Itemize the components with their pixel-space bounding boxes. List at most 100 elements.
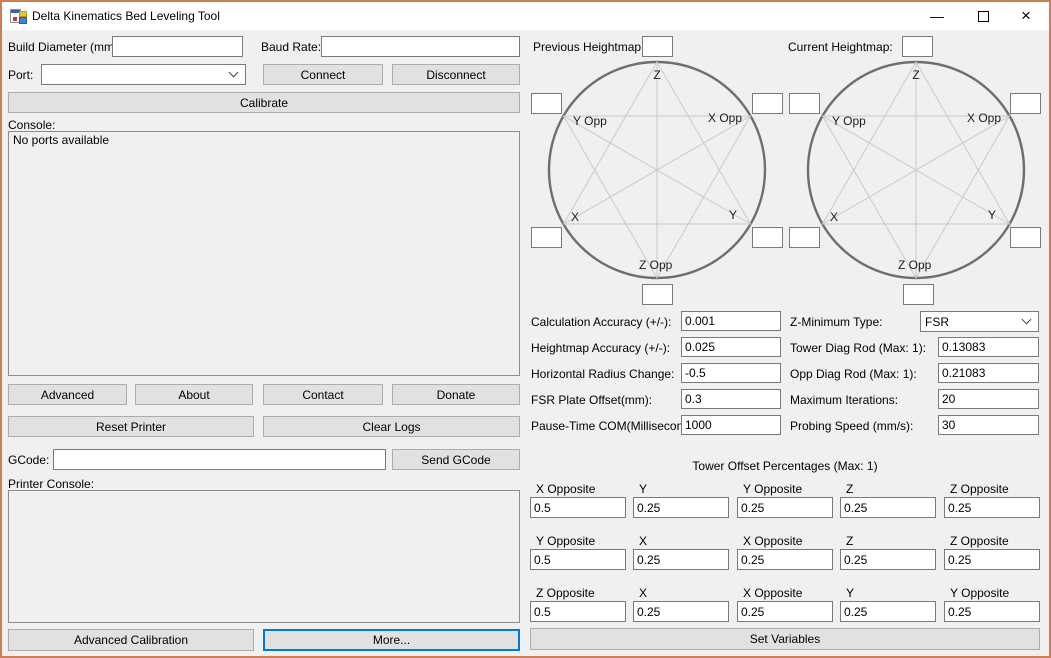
tower-offset-input[interactable] [737, 601, 833, 622]
minimize-button[interactable]: — [914, 2, 960, 30]
tower-offset-input[interactable] [737, 497, 833, 518]
previous-heightmap-box-top[interactable] [642, 36, 673, 57]
node-label-z-opp: Z Opp [898, 258, 931, 272]
advanced-calibration-button[interactable]: Advanced Calibration [8, 629, 254, 651]
horizontal-radius-change-input[interactable] [681, 363, 781, 383]
horizontal-radius-change-label: Horizontal Radius Change: [531, 367, 674, 381]
advanced-button[interactable]: Advanced [8, 384, 127, 405]
tower-offset-input[interactable] [530, 601, 626, 622]
console-output[interactable]: No ports available [8, 131, 520, 376]
current-heightmap-box-bottom[interactable] [903, 284, 934, 305]
tower-offset-label: Z [846, 482, 853, 496]
tower-offset-label: X [639, 586, 647, 600]
tower-offset-input[interactable] [840, 601, 936, 622]
previous-heightmap-box-lower-right[interactable] [752, 227, 783, 248]
previous-heightmap-box-upper-left[interactable] [531, 93, 562, 114]
about-button[interactable]: About [135, 384, 253, 405]
node-label-z: Z [806, 68, 1026, 82]
tower-offset-label: Y [639, 482, 647, 496]
tower-offset-input[interactable] [633, 601, 729, 622]
port-label: Port: [8, 68, 33, 82]
donate-button[interactable]: Donate [392, 384, 520, 405]
previous-heightmap-box-upper-right[interactable] [752, 93, 783, 114]
tower-offset-label: X [639, 534, 647, 548]
tower-offset-input[interactable] [944, 601, 1040, 622]
disconnect-button[interactable]: Disconnect [392, 64, 520, 85]
maximize-button[interactable] [960, 2, 1006, 30]
maximum-iterations-label: Maximum Iterations: [790, 393, 898, 407]
title-bar[interactable]: Delta Kinematics Bed Leveling Tool — × [2, 2, 1049, 30]
node-label-y: Y [729, 208, 737, 222]
pause-time-com-input[interactable] [681, 415, 781, 435]
gcode-input[interactable] [53, 449, 386, 470]
tower-offset-label: Z Opposite [536, 586, 595, 600]
baud-rate-input[interactable] [321, 36, 520, 57]
tower-offset-label: Y Opposite [743, 482, 802, 496]
tower-offset-input[interactable] [840, 497, 936, 518]
tower-offset-input[interactable] [737, 549, 833, 570]
previous-heightmap-box-bottom[interactable] [642, 284, 673, 305]
heightmap-accuracy-input[interactable] [681, 337, 781, 357]
set-variables-button[interactable]: Set Variables [530, 628, 1040, 650]
tower-offset-label: Y [846, 586, 854, 600]
tower-offset-input[interactable] [530, 497, 626, 518]
app-icon [10, 8, 26, 24]
star-diagram [547, 60, 767, 280]
previous-heightmap-label: Previous Heightmap: [533, 40, 644, 54]
printer-console-output[interactable] [8, 490, 520, 623]
calibrate-button[interactable]: Calibrate [8, 92, 520, 113]
opp-diag-rod-input[interactable] [938, 363, 1039, 383]
probing-speed-input[interactable] [938, 415, 1039, 435]
tower-offset-label: Y Opposite [950, 586, 1009, 600]
probing-speed-label: Probing Speed (mm/s): [790, 419, 913, 433]
contact-button[interactable]: Contact [263, 384, 383, 405]
clear-logs-button[interactable]: Clear Logs [263, 416, 520, 437]
reset-printer-button[interactable]: Reset Printer [8, 416, 254, 437]
tower-diag-rod-input[interactable] [938, 337, 1039, 357]
pause-time-com-label: Pause-Time COM(Milliseconds): [531, 419, 703, 433]
close-button[interactable]: × [1003, 2, 1049, 30]
current-heightmap-diagram: Z Y Opp X Opp X Y Z Opp [806, 60, 1026, 280]
current-heightmap-box-top[interactable] [902, 36, 933, 57]
calculation-accuracy-input[interactable] [681, 311, 781, 331]
heightmap-accuracy-label: Heightmap Accuracy (+/-): [531, 341, 670, 355]
previous-heightmap-box-lower-left[interactable] [531, 227, 562, 248]
chevron-down-icon [229, 68, 239, 78]
node-label-z: Z [547, 68, 767, 82]
gcode-label: GCode: [8, 453, 49, 467]
current-heightmap-box-lower-left[interactable] [789, 227, 820, 248]
z-minimum-type-label: Z-Minimum Type: [790, 315, 882, 329]
current-heightmap-box-lower-right[interactable] [1010, 227, 1041, 248]
node-label-x: X [830, 210, 838, 224]
node-label-x-opp: X Opp [967, 111, 1001, 125]
build-diameter-input[interactable] [112, 36, 243, 57]
maximize-icon [978, 11, 989, 22]
tower-offset-label: Z Opposite [950, 534, 1009, 548]
current-heightmap-box-upper-left[interactable] [789, 93, 820, 114]
fsr-plate-offset-label: FSR Plate Offset(mm): [531, 393, 652, 407]
tower-offset-label: Z Opposite [950, 482, 1009, 496]
tower-offset-label: X Opposite [743, 534, 802, 548]
tower-offset-input[interactable] [840, 549, 936, 570]
console-label: Console: [8, 118, 55, 132]
maximum-iterations-input[interactable] [938, 389, 1039, 409]
tower-offset-input[interactable] [633, 549, 729, 570]
tower-offset-input[interactable] [944, 549, 1040, 570]
z-minimum-type-select[interactable]: FSR [920, 311, 1039, 332]
tower-offset-input[interactable] [530, 549, 626, 570]
more-button[interactable]: More... [263, 629, 520, 651]
node-label-x-opp: X Opp [708, 111, 742, 125]
tower-offset-label: X Opposite [536, 482, 595, 496]
fsr-plate-offset-input[interactable] [681, 389, 781, 409]
connect-button[interactable]: Connect [263, 64, 383, 85]
app-window: Delta Kinematics Bed Leveling Tool — × B… [0, 0, 1051, 658]
current-heightmap-box-upper-right[interactable] [1010, 93, 1041, 114]
node-label-x: X [571, 210, 579, 224]
tower-diag-rod-label: Tower Diag Rod (Max: 1): [790, 341, 926, 355]
tower-offset-input[interactable] [944, 497, 1040, 518]
tower-offsets-title: Tower Offset Percentages (Max: 1) [530, 459, 1040, 473]
tower-offset-label: X Opposite [743, 586, 802, 600]
port-select[interactable] [41, 64, 246, 85]
tower-offset-input[interactable] [633, 497, 729, 518]
send-gcode-button[interactable]: Send GCode [392, 449, 520, 470]
